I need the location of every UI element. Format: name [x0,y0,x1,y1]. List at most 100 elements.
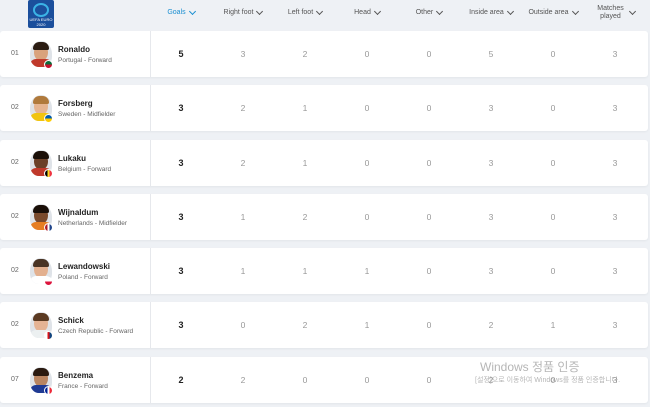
stat-inside-area: 3 [488,158,494,168]
stat-other: 0 [426,320,432,330]
country-flag-icon [44,169,53,178]
sort-header-inside-area[interactable]: Inside area [463,0,519,26]
country-flag-icon [44,114,53,123]
table-row[interactable]: 02 Lewandowski Poland - Forward 3 1 1 1 0 3 0 3 [0,248,648,294]
stat-matches-played: 3 [612,158,618,168]
stat-outside-area: 0 [550,158,556,168]
stat-outside-area: 1 [550,320,556,330]
stat-head: 0 [364,103,370,113]
stat-head: 0 [364,375,370,385]
column-divider [150,85,151,131]
stat-left-foot: 1 [302,266,308,276]
chevron-down-icon [373,7,381,16]
stat-right-foot: 1 [240,266,246,276]
stat-matches-played: 3 [612,103,618,113]
country-flag-icon [44,223,53,232]
stat-goals: 3 [178,320,184,330]
player-country-position: Poland - Forward [58,274,108,281]
stat-left-foot: 1 [302,158,308,168]
stat-matches-played: 3 [612,320,618,330]
column-divider [150,357,151,403]
player-name[interactable]: Lukaku [58,154,86,163]
stat-right-foot: 2 [240,103,246,113]
stat-head: 1 [364,266,370,276]
stat-other: 0 [426,49,432,59]
column-divider [150,302,151,348]
player-rank: 02 [11,321,19,328]
stat-goals: 3 [178,266,184,276]
chevron-down-icon [628,7,636,16]
stat-matches-played: 3 [612,212,618,222]
sort-header-matches-played[interactable]: Matches played [587,0,643,26]
stat-inside-area: 3 [488,103,494,113]
stat-other: 0 [426,266,432,276]
sort-header-other[interactable]: Other [401,0,457,26]
player-name[interactable]: Schick [58,316,84,325]
player-name[interactable]: Wijnaldum [58,208,98,217]
chevron-down-icon [316,7,324,16]
stat-goals: 3 [178,103,184,113]
table-row[interactable]: 02 Forsberg Sweden - Midfielder 3 2 1 0 0 3 0 3 [0,85,648,131]
stat-inside-area: 5 [488,49,494,59]
player-rank: 02 [11,267,19,274]
chevron-down-icon [188,7,196,16]
stat-right-foot: 2 [240,375,246,385]
table-row[interactable]: 01 Ronaldo Portugal - Forward 5 3 2 0 0 5 0 3 [0,31,648,77]
stat-left-foot: 2 [302,320,308,330]
stat-left-foot: 1 [302,103,308,113]
trophy-ring-shape [33,3,49,17]
stat-right-foot: 2 [240,158,246,168]
player-rank: 01 [11,50,19,57]
stat-outside-area: 0 [550,103,556,113]
chevron-down-icon [256,7,264,16]
table-row[interactable]: 02 Schick Czech Republic - Forward 3 0 2 1 0 2 1 3 [0,302,648,348]
player-name[interactable]: Benzema [58,371,93,380]
sort-header-head[interactable]: Head [339,0,395,26]
logo-text: UEFA EURO 2020 [29,17,53,27]
sort-header-label: Inside area [469,9,504,16]
player-rank: 02 [11,159,19,166]
activation-watermark-subtitle: [설정]으로 이동하여 Windows를 정품 인증합니다. [475,377,621,384]
country-flag-icon [44,60,53,69]
stat-other: 0 [426,103,432,113]
table-row[interactable]: 02 Wijnaldum Netherlands - Midfielder 3 1 2 0 0… [0,194,648,240]
stat-head: 0 [364,49,370,59]
country-flag-icon [44,386,53,395]
stat-other: 0 [426,375,432,385]
stat-outside-area: 0 [550,266,556,276]
stat-matches-played: 3 [612,49,618,59]
stat-left-foot: 2 [302,212,308,222]
player-name[interactable]: Forsberg [58,99,93,108]
sort-header-left-foot[interactable]: Left foot [277,0,333,26]
sort-header-label: Goals [167,9,186,16]
stat-goals: 5 [178,49,184,59]
column-divider [150,194,151,240]
player-rank: 02 [11,104,19,111]
stat-outside-area: 0 [550,49,556,59]
sort-header-label: Left foot [287,9,314,16]
stat-head: 0 [364,212,370,222]
player-rank: 07 [11,376,19,383]
stat-left-foot: 2 [302,49,308,59]
chevron-down-icon [436,7,444,16]
stat-right-foot: 0 [240,320,246,330]
player-country-position: Czech Republic - Forward [58,328,134,335]
player-name[interactable]: Ronaldo [58,45,90,54]
column-divider [150,140,151,186]
stat-goals: 3 [178,212,184,222]
player-name[interactable]: Lewandowski [58,262,110,271]
stat-inside-area: 3 [488,212,494,222]
sort-header-outside-area[interactable]: Outside area [525,0,581,26]
country-flag-icon [44,331,53,340]
chevron-down-icon [506,7,514,16]
sort-header-right-foot[interactable]: Right foot [215,0,271,26]
table-row[interactable]: 02 Lukaku Belgium - Forward 3 2 1 0 0 3 0 3 [0,140,648,186]
stat-matches-played: 3 [612,266,618,276]
sort-header-goals[interactable]: Goals [153,0,209,26]
stat-head: 1 [364,320,370,330]
stat-left-foot: 0 [302,375,308,385]
sort-header-label: Right foot [223,9,254,16]
sort-header-label: Matches played [597,5,624,20]
player-country-position: Portugal - Forward [58,57,112,64]
stat-outside-area: 0 [550,212,556,222]
